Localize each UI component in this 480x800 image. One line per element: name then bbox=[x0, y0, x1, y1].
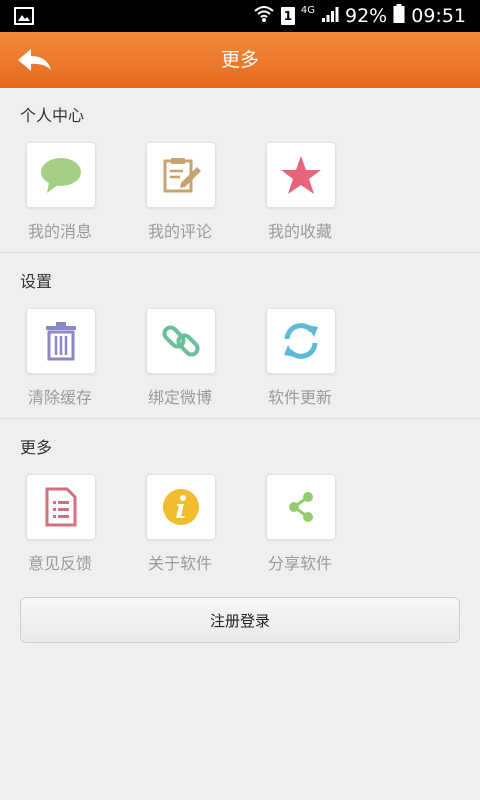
software-update-button[interactable] bbox=[266, 308, 336, 374]
status-bar: 1 4G 92% 09:51 bbox=[0, 0, 480, 32]
my-messages-label: 我的消息 bbox=[27, 222, 92, 241]
my-messages-button[interactable] bbox=[26, 142, 96, 208]
section-title-personal: 个人中心 bbox=[20, 106, 85, 125]
section-divider bbox=[0, 418, 480, 419]
link-icon bbox=[162, 325, 200, 357]
header-bar: 更多 bbox=[0, 32, 480, 88]
my-favorites-label: 我的收藏 bbox=[267, 222, 332, 241]
my-comments-button[interactable] bbox=[146, 142, 216, 208]
network-type: 4G bbox=[300, 4, 315, 16]
page-title: 更多 bbox=[220, 49, 259, 71]
clock: 09:51 bbox=[411, 5, 466, 27]
feedback-label: 意见反馈 bbox=[27, 554, 92, 573]
battery-percent: 92% bbox=[345, 5, 388, 27]
clear-cache-button[interactable] bbox=[26, 308, 96, 374]
about-software-label: 关于软件 bbox=[147, 554, 212, 573]
section-title-more: 更多 bbox=[20, 438, 53, 457]
bind-weibo-button[interactable] bbox=[146, 308, 216, 374]
info-icon bbox=[163, 489, 199, 525]
share-software-label: 分享软件 bbox=[267, 554, 332, 573]
my-comments-label: 我的评论 bbox=[147, 222, 212, 241]
sim-icon: 1 bbox=[280, 7, 295, 25]
document-icon bbox=[45, 487, 77, 527]
signal-icon bbox=[321, 5, 339, 27]
edit-note-icon bbox=[163, 158, 201, 193]
chat-bubble-icon bbox=[41, 158, 81, 193]
gallery-notification-icon bbox=[14, 6, 34, 30]
star-icon bbox=[281, 156, 321, 194]
wifi-icon bbox=[253, 4, 275, 28]
trash-icon bbox=[46, 322, 76, 361]
section-title-settings: 设置 bbox=[20, 272, 53, 291]
battery-icon bbox=[393, 4, 405, 28]
feedback-button[interactable] bbox=[26, 474, 96, 540]
software-update-label: 软件更新 bbox=[267, 388, 332, 407]
section-divider bbox=[0, 252, 480, 253]
share-software-button[interactable] bbox=[266, 474, 336, 540]
clear-cache-label: 清除缓存 bbox=[27, 388, 92, 407]
register-login-button[interactable]: 注册登录 bbox=[20, 597, 460, 643]
bind-weibo-label: 绑定微博 bbox=[147, 388, 212, 407]
my-favorites-button[interactable] bbox=[266, 142, 336, 208]
refresh-icon bbox=[284, 323, 318, 359]
share-icon bbox=[289, 492, 313, 522]
about-software-button[interactable] bbox=[146, 474, 216, 540]
